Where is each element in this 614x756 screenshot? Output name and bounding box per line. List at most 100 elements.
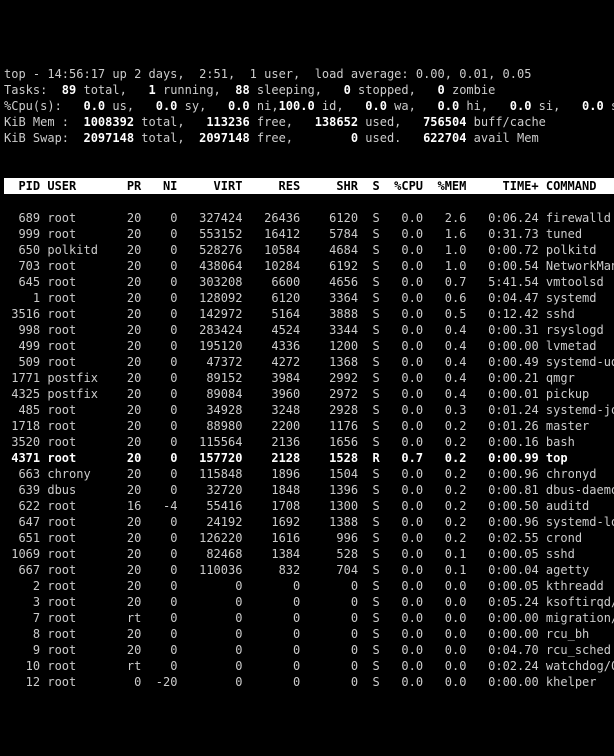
cell-pid: 3516 bbox=[4, 306, 47, 322]
cell-command: firewalld bbox=[546, 210, 614, 226]
table-row[interactable]: 12 root 0 -20 0 0 0 S 0.0 0.0 0:00.00 kh… bbox=[4, 674, 614, 690]
cell-%cpu: 0.0 bbox=[387, 306, 430, 322]
cell-s: S bbox=[365, 546, 387, 562]
table-row[interactable]: 8 root 20 0 0 0 0 S 0.0 0.0 0:00.00 rcu_… bbox=[4, 626, 614, 642]
table-row[interactable]: 7 root rt 0 0 0 0 S 0.0 0.0 0:00.00 migr… bbox=[4, 610, 614, 626]
table-row[interactable]: 485 root 20 0 34928 3248 2928 S 0.0 0.3 … bbox=[4, 402, 614, 418]
cell-time+: 0:00.04 bbox=[474, 562, 546, 578]
process-table-header[interactable]: PID USER PR NI VIRT RES SHR S %CPU %MEM … bbox=[4, 178, 614, 194]
cell-pr: 20 bbox=[112, 562, 148, 578]
table-row[interactable]: 651 root 20 0 126220 1616 996 S 0.0 0.2 … bbox=[4, 530, 614, 546]
cell-command: sshd bbox=[546, 306, 614, 322]
table-row[interactable]: 703 root 20 0 438064 10284 6192 S 0.0 1.… bbox=[4, 258, 614, 274]
cell-shr: 6192 bbox=[307, 258, 365, 274]
cell-pid: 499 bbox=[4, 338, 47, 354]
cell-pr: 20 bbox=[112, 546, 148, 562]
cell-res: 832 bbox=[250, 562, 308, 578]
cell-ni: 0 bbox=[149, 370, 185, 386]
cell-time+: 0:31.73 bbox=[474, 226, 546, 242]
table-row[interactable]: 999 root 20 0 553152 16412 5784 S 0.0 1.… bbox=[4, 226, 614, 242]
table-row[interactable]: 3516 root 20 0 142972 5164 3888 S 0.0 0.… bbox=[4, 306, 614, 322]
cell-shr: 1656 bbox=[307, 434, 365, 450]
cell-%mem: 0.0 bbox=[430, 674, 473, 690]
cell-ni: 0 bbox=[149, 290, 185, 306]
cell-shr: 4656 bbox=[307, 274, 365, 290]
cell-res: 3248 bbox=[250, 402, 308, 418]
table-row[interactable]: 4325 postfix 20 0 89084 3960 2972 S 0.0 … bbox=[4, 386, 614, 402]
cell-time+: 0:00.05 bbox=[474, 546, 546, 562]
cell-virt: 303208 bbox=[185, 274, 250, 290]
cell-time+: 0:00.16 bbox=[474, 434, 546, 450]
cell-%cpu: 0.0 bbox=[387, 530, 430, 546]
cell-%mem: 1.6 bbox=[430, 226, 473, 242]
cell-time+: 0:00.99 bbox=[474, 450, 546, 466]
cell-%cpu: 0.0 bbox=[387, 610, 430, 626]
table-row[interactable]: 10 root rt 0 0 0 0 S 0.0 0.0 0:02.24 wat… bbox=[4, 658, 614, 674]
table-row[interactable]: 3 root 20 0 0 0 0 S 0.0 0.0 0:05.24 ksof… bbox=[4, 594, 614, 610]
cell-pr: rt bbox=[112, 610, 148, 626]
cell-user: root bbox=[47, 354, 112, 370]
cell-%cpu: 0.0 bbox=[387, 370, 430, 386]
table-row[interactable]: 1718 root 20 0 88980 2200 1176 S 0.0 0.2… bbox=[4, 418, 614, 434]
table-row[interactable]: 689 root 20 0 327424 26436 6120 S 0.0 2.… bbox=[4, 210, 614, 226]
cell-time+: 0:00.49 bbox=[474, 354, 546, 370]
cell-s: S bbox=[365, 242, 387, 258]
cell-pid: 998 bbox=[4, 322, 47, 338]
cell-s: S bbox=[365, 594, 387, 610]
table-row[interactable]: 499 root 20 0 195120 4336 1200 S 0.0 0.4… bbox=[4, 338, 614, 354]
cell-user: root bbox=[47, 258, 112, 274]
table-row[interactable]: 1 root 20 0 128092 6120 3364 S 0.0 0.6 0… bbox=[4, 290, 614, 306]
cell-%mem: 0.0 bbox=[430, 610, 473, 626]
table-row[interactable]: 1771 postfix 20 0 89152 3984 2992 S 0.0 … bbox=[4, 370, 614, 386]
cell-%cpu: 0.0 bbox=[387, 354, 430, 370]
table-row[interactable]: 1069 root 20 0 82468 1384 528 S 0.0 0.1 … bbox=[4, 546, 614, 562]
table-row[interactable]: 650 polkitd 20 0 528276 10584 4684 S 0.0… bbox=[4, 242, 614, 258]
table-row[interactable]: 2 root 20 0 0 0 0 S 0.0 0.0 0:00.05 kthr… bbox=[4, 578, 614, 594]
cell-command: lvmetad bbox=[546, 338, 614, 354]
cell-s: S bbox=[365, 610, 387, 626]
cell-%mem: 0.2 bbox=[430, 450, 473, 466]
cell-ni: 0 bbox=[149, 226, 185, 242]
cell-shr: 1200 bbox=[307, 338, 365, 354]
cell-shr: 3344 bbox=[307, 322, 365, 338]
cell-virt: 55416 bbox=[185, 498, 250, 514]
cell-shr: 0 bbox=[307, 578, 365, 594]
cell-%cpu: 0.0 bbox=[387, 290, 430, 306]
table-row[interactable]: 667 root 20 0 110036 832 704 S 0.0 0.1 0… bbox=[4, 562, 614, 578]
cell-user: root bbox=[47, 546, 112, 562]
cell-s: S bbox=[365, 258, 387, 274]
table-row[interactable]: 998 root 20 0 283424 4524 3344 S 0.0 0.4… bbox=[4, 322, 614, 338]
cell-%cpu: 0.0 bbox=[387, 402, 430, 418]
cell-pr: 20 bbox=[112, 290, 148, 306]
cell-ni: 0 bbox=[149, 402, 185, 418]
cell-virt: 47372 bbox=[185, 354, 250, 370]
table-row[interactable]: 622 root 16 -4 55416 1708 1300 S 0.0 0.2… bbox=[4, 498, 614, 514]
table-row[interactable]: 3520 root 20 0 115564 2136 1656 S 0.0 0.… bbox=[4, 434, 614, 450]
table-row[interactable]: 645 root 20 0 303208 6600 4656 S 0.0 0.7… bbox=[4, 274, 614, 290]
cell-command: dbus-daemon bbox=[546, 482, 614, 498]
cell-ni: 0 bbox=[149, 658, 185, 674]
cell-pid: 703 bbox=[4, 258, 47, 274]
table-row[interactable]: 9 root 20 0 0 0 0 S 0.0 0.0 0:04.70 rcu_… bbox=[4, 642, 614, 658]
cell-ni: 0 bbox=[149, 418, 185, 434]
cell-command: watchdog/0 bbox=[546, 658, 614, 674]
table-row[interactable]: 639 dbus 20 0 32720 1848 1396 S 0.0 0.2 … bbox=[4, 482, 614, 498]
cell-s: S bbox=[365, 322, 387, 338]
cell-pr: 0 bbox=[112, 674, 148, 690]
table-row[interactable]: 509 root 20 0 47372 4272 1368 S 0.0 0.4 … bbox=[4, 354, 614, 370]
table-row[interactable]: 4371 root 20 0 157720 2128 1528 R 0.7 0.… bbox=[4, 450, 614, 466]
cell-ni: 0 bbox=[149, 482, 185, 498]
cell-pid: 10 bbox=[4, 658, 47, 674]
cell-shr: 0 bbox=[307, 658, 365, 674]
cell-%mem: 0.2 bbox=[430, 434, 473, 450]
cell-shr: 6120 bbox=[307, 210, 365, 226]
cell-%mem: 0.7 bbox=[430, 274, 473, 290]
table-row[interactable]: 663 chrony 20 0 115848 1896 1504 S 0.0 0… bbox=[4, 466, 614, 482]
cell-pid: 3 bbox=[4, 594, 47, 610]
cell-virt: 142972 bbox=[185, 306, 250, 322]
cell-virt: 528276 bbox=[185, 242, 250, 258]
table-row[interactable]: 647 root 20 0 24192 1692 1388 S 0.0 0.2 … bbox=[4, 514, 614, 530]
cell-res: 0 bbox=[250, 626, 308, 642]
cell-%mem: 0.0 bbox=[430, 658, 473, 674]
cell-user: root bbox=[47, 338, 112, 354]
